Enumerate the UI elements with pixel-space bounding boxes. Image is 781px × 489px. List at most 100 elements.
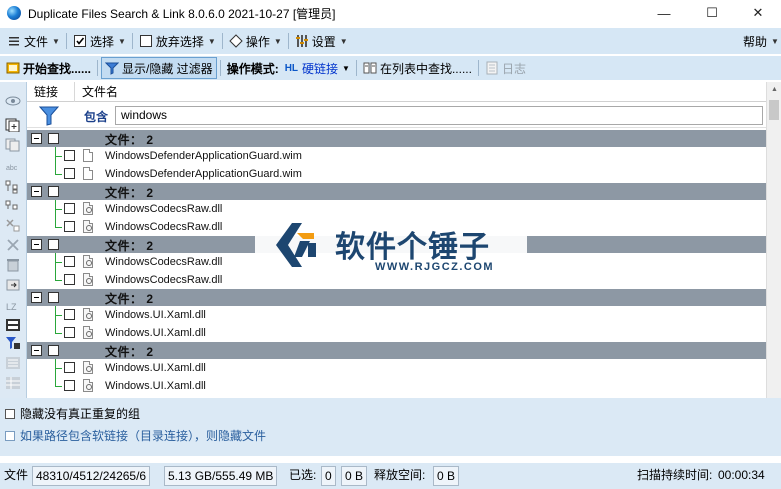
file-row[interactable]: Windows.UI.Xaml.dll [27, 306, 766, 324]
recycle-bin-icon[interactable] [5, 258, 21, 272]
hardlink-icon: HL [284, 62, 299, 74]
file-checkbox[interactable] [64, 256, 75, 267]
title-bar: Duplicate Files Search & Link 8.0.6.0 20… [0, 0, 781, 26]
file-checkbox[interactable] [64, 362, 75, 373]
file-checkbox[interactable] [64, 327, 75, 338]
toggle-filter-button[interactable]: 显示/隐藏 过滤器 [101, 57, 217, 79]
file-row[interactable]: Windows.UI.Xaml.dll [27, 359, 766, 377]
file-row[interactable]: Windows.UI.Xaml.dll [27, 324, 766, 342]
tree-select-icon[interactable] [5, 180, 21, 194]
close-button[interactable]: ✕ [735, 0, 781, 26]
menu-settings[interactable]: 设置 ▼ [292, 30, 351, 52]
chevron-down-icon: ▼ [339, 36, 348, 46]
tree-deselect-icon[interactable] [5, 200, 21, 214]
checkbox-checked-icon [73, 34, 87, 48]
collapse-icon[interactable] [31, 133, 42, 144]
file-name: WindowsCodecsRaw.dll [105, 274, 223, 286]
list-view-icon[interactable] [5, 356, 21, 370]
menu-bar: 文件 ▼ 选择 ▼ 放弃选择 ▼ 操作 ▼ 设置 ▼ 帮助 ▼ [0, 28, 781, 54]
watermark-url: WWW.RJGCZ.COM [375, 261, 495, 273]
vertical-scrollbar[interactable]: ▲ [766, 82, 781, 398]
tree-branch [55, 262, 62, 263]
group-checkbox[interactable] [48, 133, 59, 144]
file-checkbox[interactable] [64, 221, 75, 232]
maximize-button[interactable]: ☐ [689, 0, 735, 26]
move-icon[interactable] [5, 278, 21, 292]
log-button[interactable]: 日志 [482, 57, 529, 79]
log-label: 日志 [501, 61, 526, 76]
group-header[interactable]: 文件： 2 [27, 289, 766, 306]
dll-file-icon [83, 220, 93, 233]
add-copy-icon[interactable] [5, 118, 21, 133]
group-header[interactable]: 文件： 2 [27, 130, 766, 147]
group-checkbox[interactable] [48, 292, 59, 303]
group-checkbox[interactable] [48, 186, 59, 197]
separator [221, 33, 223, 49]
group-header[interactable]: 文件： 2 [27, 342, 766, 359]
menu-deselect-label: 放弃选择 [155, 34, 204, 49]
file-checkbox[interactable] [64, 150, 75, 161]
delete-x-icon[interactable] [5, 238, 21, 252]
file-name: Windows.UI.Xaml.dll [105, 362, 206, 374]
filter-input[interactable]: windows [115, 106, 763, 125]
filter-list-icon[interactable] [5, 336, 21, 350]
group-checkbox[interactable] [48, 239, 59, 250]
file-checkbox[interactable] [64, 168, 75, 179]
hide-symlinks-option[interactable]: 如果路径包含软链接（目录连接），则隐藏文件 [5, 427, 266, 444]
collapse-icon[interactable] [31, 292, 42, 303]
menu-deselect[interactable]: 放弃选择 ▼ [136, 30, 219, 52]
status-duration-label: 扫描持续时间: [637, 468, 713, 482]
svg-text:abc: abc [6, 165, 18, 172]
grid-view-icon[interactable] [5, 376, 21, 390]
copy-icon[interactable] [5, 138, 21, 152]
menu-settings-label: 设置 [311, 34, 336, 49]
file-row[interactable]: WindowsDefenderApplicationGuard.wim [27, 147, 766, 165]
group-header[interactable]: 文件： 2 [27, 183, 766, 200]
file-row[interactable]: WindowsDefenderApplicationGuard.wim [27, 165, 766, 183]
file-checkbox[interactable] [64, 203, 75, 214]
hide-groups-checkbox[interactable] [5, 408, 15, 419]
menu-operations[interactable]: 操作 ▼ [226, 30, 285, 52]
file-row[interactable]: Windows.UI.Xaml.dll [27, 377, 766, 395]
menu-file[interactable]: 文件 ▼ [4, 30, 63, 52]
hide-groups-option[interactable]: 隐藏没有真正重复的组 [5, 405, 140, 422]
film-strip-icon[interactable] [5, 318, 21, 332]
minimize-button[interactable]: — [641, 0, 687, 26]
file-icon [83, 167, 93, 180]
eye-icon[interactable] [5, 94, 21, 108]
menu-select-label: 选择 [89, 34, 114, 49]
hide-symlinks-checkbox[interactable] [5, 430, 15, 441]
collapse-icon[interactable] [31, 345, 42, 356]
abc-icon[interactable]: abc [5, 160, 21, 174]
collapse-icon[interactable] [31, 186, 42, 197]
separator [65, 33, 67, 49]
mode-value: 硬链接 [302, 61, 339, 76]
file-name: WindowsCodecsRaw.dll [105, 256, 223, 268]
file-checkbox[interactable] [64, 380, 75, 391]
start-search-label: 开始查找...... [23, 61, 92, 76]
status-selected-label: 已选: [289, 468, 317, 482]
dll-file-icon [83, 379, 93, 392]
group-label: 文件： 2 [105, 345, 154, 359]
toolbar: 开始查找...... 显示/隐藏 过滤器 操作模式: HL 硬链接 ▼ 在列表中… [0, 56, 781, 80]
file-checkbox[interactable] [64, 274, 75, 285]
left-tool-panel: abc LZ [0, 82, 27, 398]
hardlink-lz-icon[interactable]: LZ [5, 299, 21, 313]
separator [97, 60, 99, 76]
cross-tree-icon[interactable] [5, 218, 21, 232]
group-label: 文件： 2 [105, 186, 154, 200]
column-filename[interactable]: 文件名 [75, 82, 765, 102]
find-in-list-label: 在列表中查找...... [379, 61, 472, 76]
dll-file-icon [83, 255, 93, 268]
mode-dropdown[interactable]: HL 硬链接 ▼ [282, 57, 353, 79]
scroll-thumb[interactable] [769, 100, 779, 120]
menu-help[interactable]: 帮助 ▼ [740, 30, 781, 52]
menu-select[interactable]: 选择 ▼ [70, 30, 129, 52]
group-checkbox[interactable] [48, 345, 59, 356]
find-in-list-button[interactable]: 在列表中查找...... [360, 57, 475, 79]
collapse-icon[interactable] [31, 239, 42, 250]
scroll-up-icon[interactable]: ▲ [767, 82, 781, 98]
start-search-button[interactable]: 开始查找...... [3, 57, 94, 79]
file-checkbox[interactable] [64, 309, 75, 320]
column-link[interactable]: 链接 [27, 82, 75, 102]
